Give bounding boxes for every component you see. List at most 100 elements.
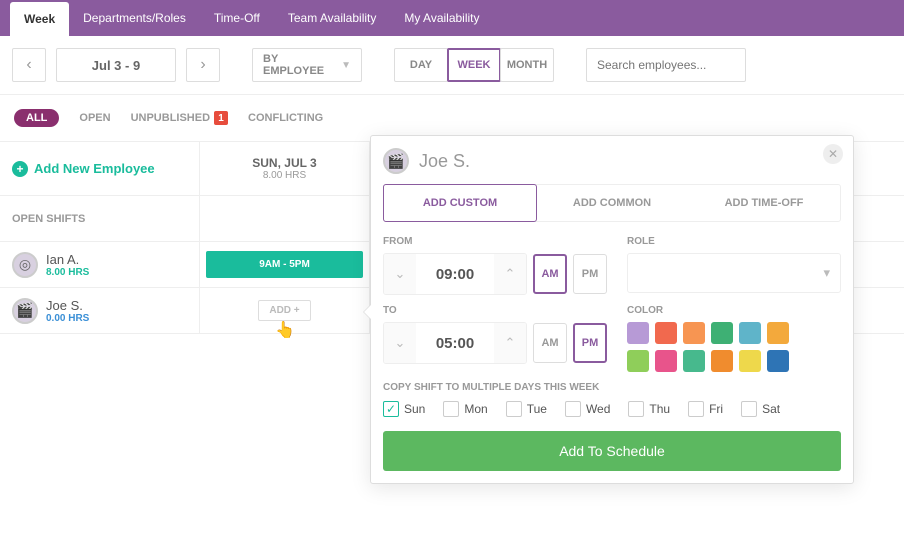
view-toggle: DAY WEEK MONTH — [394, 48, 554, 82]
filter-open[interactable]: OPEN — [79, 112, 110, 124]
chevron-up-icon: ⌃ — [505, 335, 516, 351]
color-swatch[interactable] — [683, 322, 705, 344]
avatar-icon: 🎬 — [12, 298, 38, 324]
day-label: Sun — [404, 402, 425, 416]
day-checkbox-sun[interactable]: ✓Sun — [383, 401, 425, 417]
nav-tab-week[interactable]: Week — [10, 2, 69, 36]
add-employee-label: Add New Employee — [34, 161, 155, 176]
checkbox-icon — [688, 401, 704, 417]
day-checkbox-wed[interactable]: Wed — [565, 401, 610, 417]
add-shift-button[interactable]: ADD + — [258, 300, 310, 321]
avatar-icon: 🎬 — [383, 148, 409, 174]
prev-week-button[interactable]: ‹ — [12, 48, 46, 82]
tab-add-timeoff[interactable]: ADD TIME-OFF — [688, 185, 840, 221]
from-time-value[interactable]: 09:00 — [416, 254, 494, 294]
to-am-button[interactable]: AM — [533, 323, 567, 363]
open-shifts-label: OPEN SHIFTS — [0, 196, 200, 241]
to-time-picker: ⌄ 05:00 ⌃ AM PM — [383, 322, 607, 364]
role-select[interactable]: ▾ — [627, 253, 841, 293]
to-time-down[interactable]: ⌄ — [384, 323, 416, 363]
day-header-sun: SUN, JUL 3 8.00 HRS — [200, 142, 370, 195]
open-shifts-cell[interactable] — [200, 196, 370, 241]
popover-tabs: ADD CUSTOM ADD COMMON ADD TIME-OFF — [383, 184, 841, 222]
to-pm-button[interactable]: PM — [573, 323, 607, 363]
unpublished-count-badge: 1 — [214, 111, 228, 125]
color-swatch[interactable] — [739, 350, 761, 372]
color-swatch[interactable] — [655, 350, 677, 372]
checkbox-icon — [628, 401, 644, 417]
nav-tab-departments[interactable]: Departments/Roles — [69, 0, 200, 36]
filter-conflicting[interactable]: CONFLICTING — [248, 112, 323, 124]
chevron-up-icon: ⌃ — [505, 266, 516, 282]
checkbox-icon — [565, 401, 581, 417]
day-label: Fri — [709, 402, 723, 416]
color-swatch[interactable] — [711, 322, 733, 344]
shift-cell[interactable]: ADD + — [200, 288, 370, 333]
from-pm-button[interactable]: PM — [573, 254, 607, 294]
from-time-up[interactable]: ⌃ — [494, 254, 526, 294]
color-swatch[interactable] — [767, 322, 789, 344]
shift-cell[interactable]: 9AM - 5PM — [200, 242, 370, 287]
plus-icon: + — [12, 161, 28, 177]
checkbox-icon — [506, 401, 522, 417]
from-time-down[interactable]: ⌄ — [384, 254, 416, 294]
day-checkbox-fri[interactable]: Fri — [688, 401, 723, 417]
to-time-up[interactable]: ⌃ — [494, 323, 526, 363]
to-time-value[interactable]: 05:00 — [416, 323, 494, 363]
color-swatch[interactable] — [739, 322, 761, 344]
color-swatch[interactable] — [711, 350, 733, 372]
day-label: SUN, JUL 3 — [212, 156, 357, 170]
tab-add-custom[interactable]: ADD CUSTOM — [383, 184, 537, 222]
color-swatch[interactable] — [767, 350, 789, 372]
view-month-button[interactable]: MONTH — [500, 48, 554, 82]
day-label: Tue — [527, 402, 547, 416]
color-swatch[interactable] — [683, 350, 705, 372]
caret-down-icon: ▾ — [823, 265, 830, 281]
day-hours: 8.00 HRS — [212, 170, 357, 181]
checkbox-icon — [741, 401, 757, 417]
close-icon: ✕ — [828, 147, 838, 161]
group-by-select[interactable]: BY EMPLOYEE ▼ — [252, 48, 362, 82]
day-checkbox-tue[interactable]: Tue — [506, 401, 547, 417]
employee-label[interactable]: ◎ Ian A. 8.00 HRS — [0, 242, 200, 287]
view-day-button[interactable]: DAY — [394, 48, 448, 82]
employee-hours: 0.00 HRS — [46, 313, 89, 324]
day-label: Sat — [762, 402, 780, 416]
search-input[interactable] — [597, 58, 735, 72]
chevron-down-icon: ⌄ — [395, 266, 406, 282]
avatar-icon: ◎ — [12, 252, 38, 278]
employee-label[interactable]: 🎬 Joe S. 0.00 HRS — [0, 288, 200, 333]
checkbox-icon — [443, 401, 459, 417]
shift-popover: ✕ 🎬 Joe S. ADD CUSTOM ADD COMMON ADD TIM… — [370, 135, 854, 484]
color-swatch[interactable] — [655, 322, 677, 344]
view-week-button[interactable]: WEEK — [447, 48, 501, 82]
nav-tab-my-availability[interactable]: My Availability — [390, 0, 493, 36]
color-swatch[interactable] — [627, 350, 649, 372]
from-label: FROM — [383, 236, 607, 247]
date-range[interactable]: Jul 3 - 9 — [56, 48, 176, 82]
color-swatch[interactable] — [627, 322, 649, 344]
group-by-label: BY EMPLOYEE — [263, 53, 333, 77]
copy-days-label: COPY SHIFT TO MULTIPLE DAYS THIS WEEK — [383, 382, 841, 393]
day-checkbox-sat[interactable]: Sat — [741, 401, 780, 417]
next-week-button[interactable]: › — [186, 48, 220, 82]
role-label: ROLE — [627, 236, 841, 247]
add-to-schedule-button[interactable]: Add To Schedule — [383, 431, 841, 471]
nav-tab-team-availability[interactable]: Team Availability — [274, 0, 391, 36]
filter-all[interactable]: ALL — [14, 109, 59, 127]
from-am-button[interactable]: AM — [533, 254, 567, 294]
shift-pill[interactable]: 9AM - 5PM — [206, 251, 363, 278]
nav-tab-timeoff[interactable]: Time-Off — [200, 0, 274, 36]
day-label: Thu — [649, 402, 670, 416]
day-checkbox-mon[interactable]: Mon — [443, 401, 487, 417]
tab-add-common[interactable]: ADD COMMON — [536, 185, 688, 221]
close-button[interactable]: ✕ — [823, 144, 843, 164]
filter-unpublished[interactable]: UNPUBLISHED 1 — [131, 111, 228, 125]
add-employee-button[interactable]: + Add New Employee — [0, 142, 200, 195]
color-label: COLOR — [627, 305, 841, 316]
from-time-picker: ⌄ 09:00 ⌃ AM PM — [383, 253, 607, 295]
day-checkbox-thu[interactable]: Thu — [628, 401, 670, 417]
employee-hours: 8.00 HRS — [46, 267, 89, 278]
top-nav: Week Departments/Roles Time-Off Team Ava… — [0, 0, 904, 36]
search-box — [586, 48, 746, 82]
